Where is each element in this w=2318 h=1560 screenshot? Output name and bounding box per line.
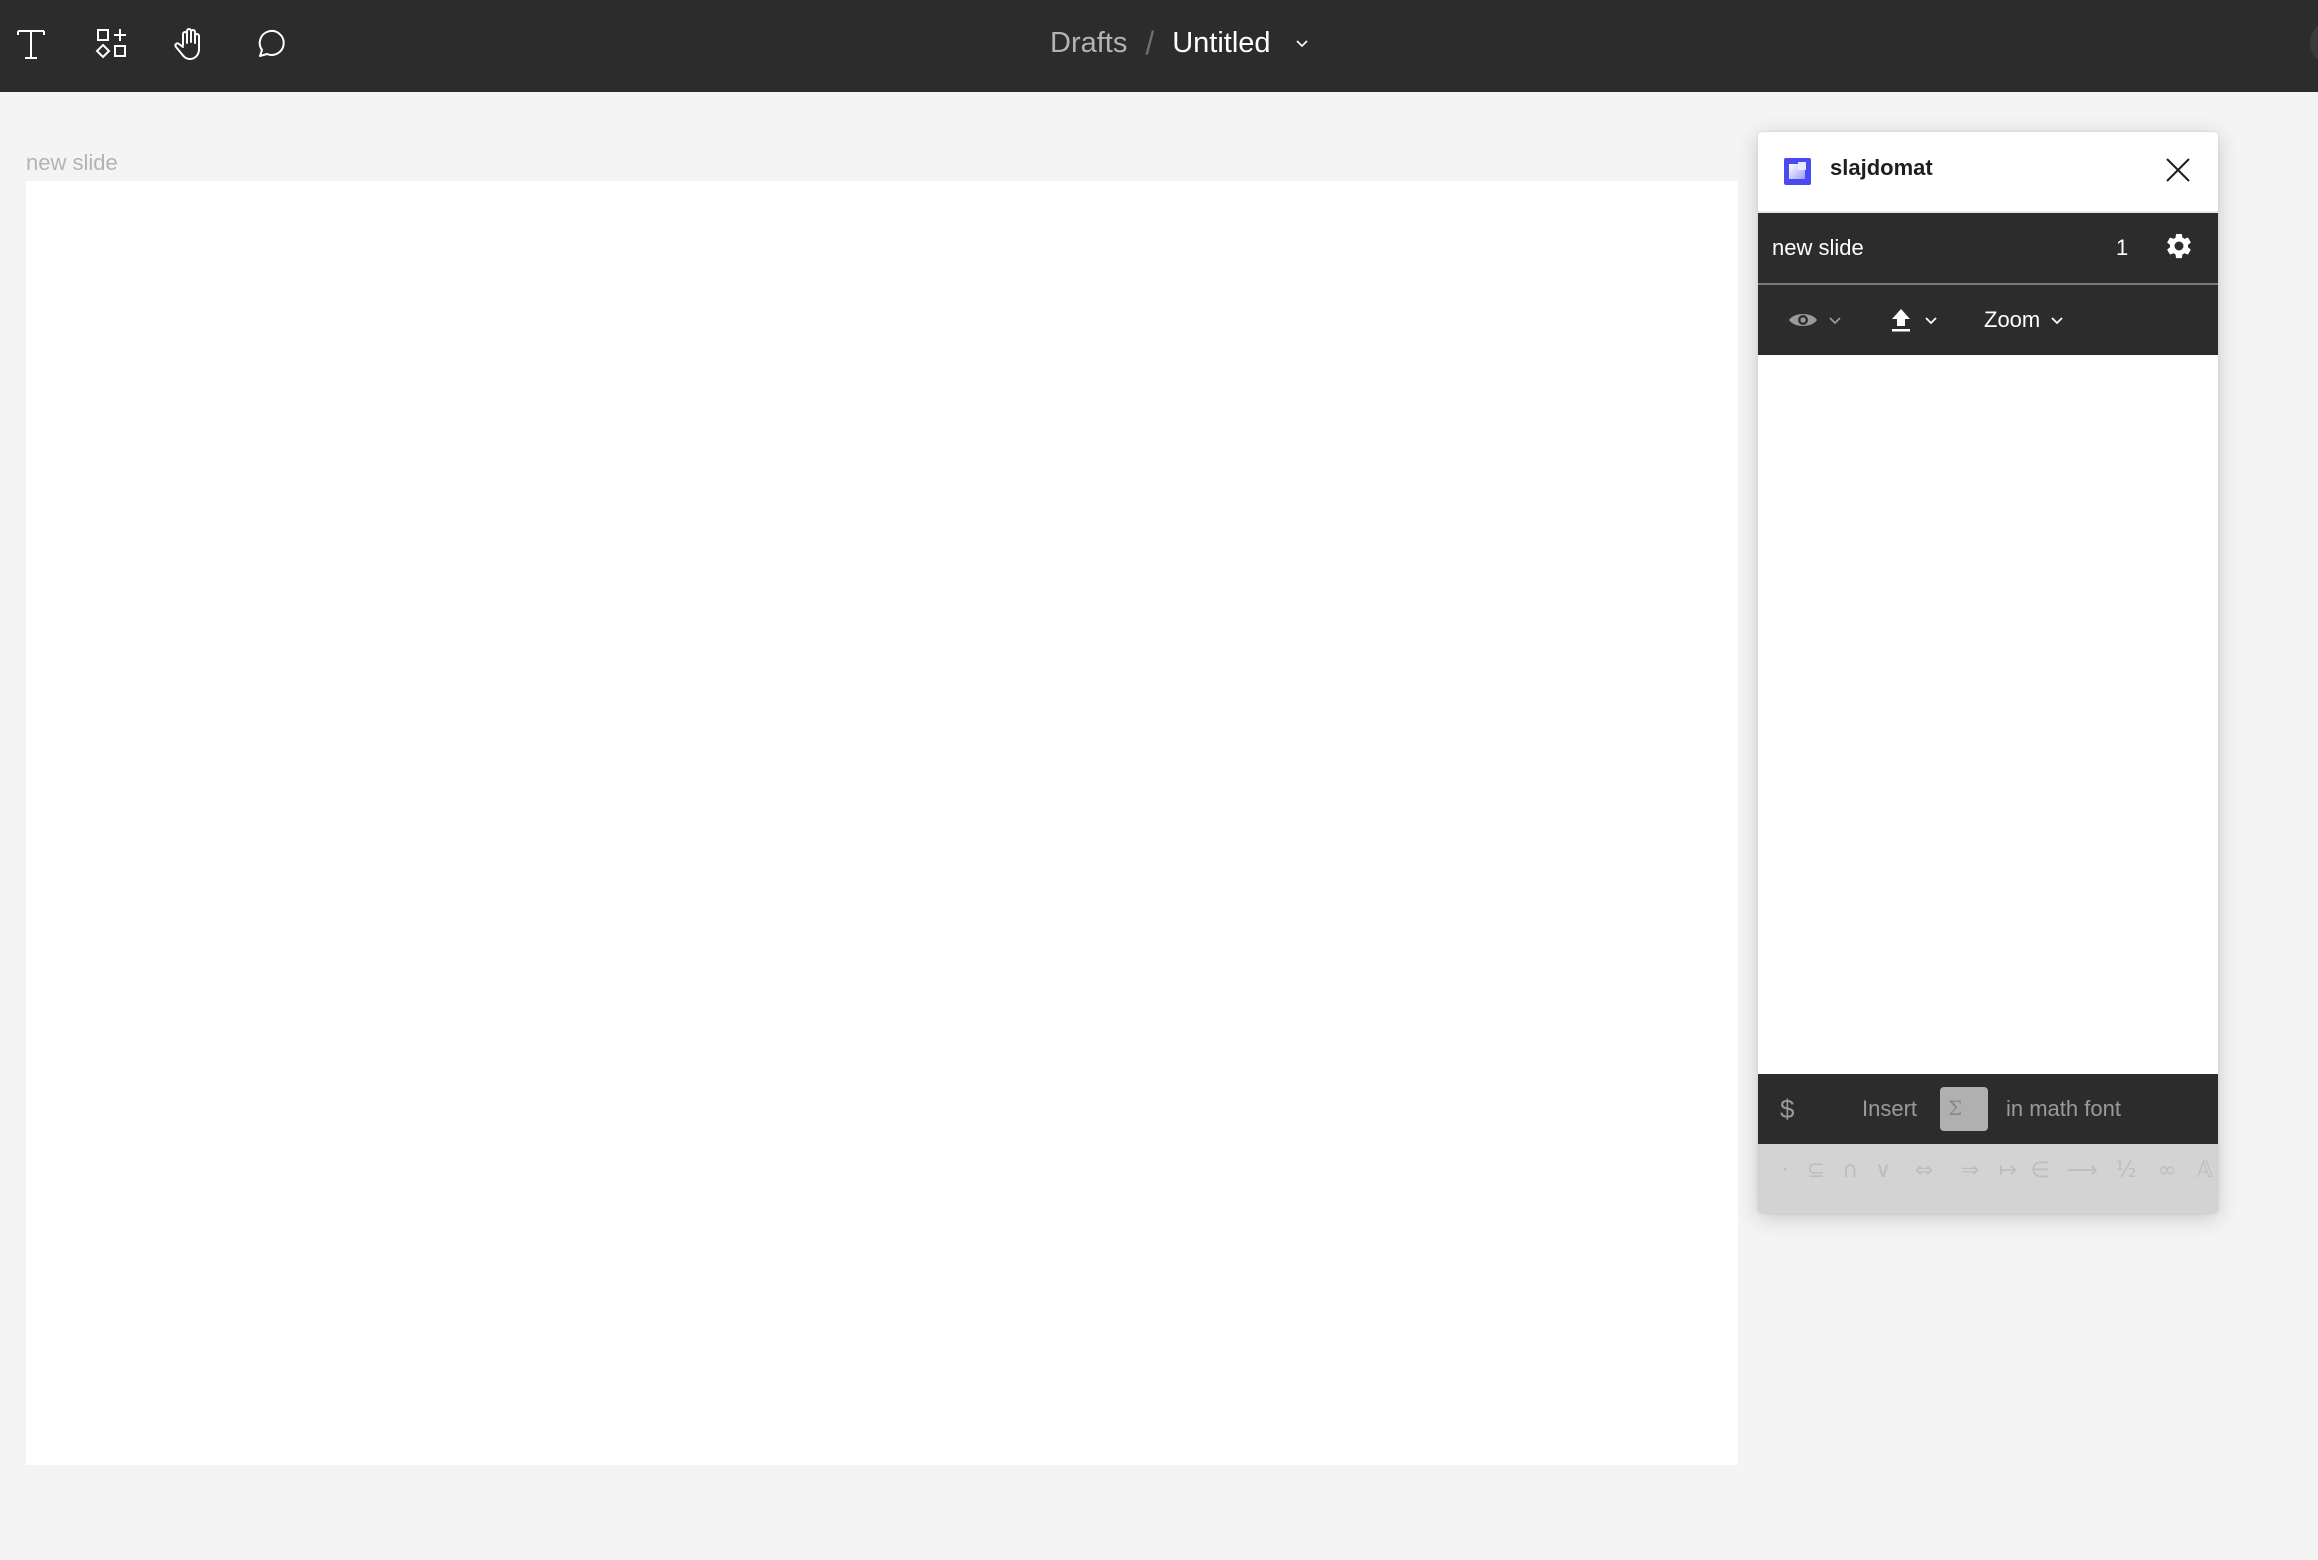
symbol-button[interactable]: ⇔ [1915,1158,1933,1183]
zoom-label: Zoom [1984,307,2041,332]
breadcrumb: Drafts / Untitled [1050,0,1311,86]
text-tool-button[interactable] [5,20,57,68]
top-toolbar: Drafts / Untitled [0,0,2318,92]
frame-label[interactable]: new slide [26,150,118,176]
chevron-down-icon [2051,317,2063,325]
plugin-content-area [1758,355,2218,1074]
plugin-toolbar: Zoom [1758,285,2218,355]
math-symbol-input[interactable]: Σ [1940,1087,1988,1131]
symbol-button[interactable]: 𝔸 [2197,1158,2213,1183]
chevron-down-icon[interactable] [1293,34,1311,52]
symbol-button[interactable]: ∈ [2030,1158,2049,1183]
settings-button[interactable] [2164,231,2194,261]
symbol-button[interactable]: ∩ [1842,1158,1858,1183]
symbol-button[interactable]: ∨ [1875,1158,1891,1183]
hand-icon [174,28,200,60]
breadcrumb-separator: / [1145,24,1155,61]
symbol-button[interactable]: · [1782,1158,1789,1183]
gear-icon [2167,233,2191,259]
insert-label: Insert [1862,1096,1918,1121]
upload-icon [1892,309,1910,332]
symbol-button[interactable]: ⊆ [1807,1158,1825,1183]
shapes-plus-icon [95,29,126,59]
plugin-header: slajdomat [1758,132,2218,213]
math-bar: $ Insert Σ in math font [1758,1074,2218,1144]
breadcrumb-drafts[interactable]: Drafts [1050,27,1127,60]
file-title[interactable]: Untitled [1172,27,1270,60]
chevron-down-icon [1829,317,1841,325]
symbol-button[interactable]: ↦ [1999,1158,2017,1183]
avatar[interactable] [2310,20,2318,66]
latex-toggle-button[interactable]: $ [1780,1094,1794,1125]
symbol-palette: · ⊆ ∩ ∨ ⇔ ⇒ ↦ ∈ ⟶ ½ ∞ 𝔸 [1758,1144,2218,1214]
export-dropdown[interactable] [1890,303,1940,337]
speech-bubble-icon [258,29,285,57]
text-icon [17,30,45,59]
comment-tool-button[interactable] [244,20,296,68]
slide-row[interactable]: new slide 1 [1758,213,2218,285]
math-font-label: in math font [2006,1096,2121,1121]
slide-count: 1 [2116,235,2129,260]
resources-tool-button[interactable] [86,20,138,68]
plugin-title: slajdomat [1830,155,1933,180]
hand-tool-button[interactable] [165,20,217,68]
slide-title: new slide [1772,235,1864,260]
chevron-down-icon [1925,317,1937,325]
slide-frame[interactable] [26,181,1738,1465]
close-button[interactable] [2162,154,2194,186]
symbol-button[interactable]: ⇒ [1961,1158,1979,1183]
symbol-button[interactable]: ½ [2115,1158,2136,1183]
symbol-button[interactable]: ⟶ [2066,1158,2098,1183]
plugin-panel: slajdomat new slide 1 Zoom $ Insert Σ in… [1758,132,2218,1214]
eye-icon [1789,314,1817,326]
symbol-button[interactable]: ∞ [2158,1158,2176,1183]
view-mode-dropdown[interactable] [1788,303,1844,337]
close-icon [2166,158,2190,182]
plugin-logo-icon [1784,158,1811,185]
zoom-dropdown[interactable]: Zoom [1984,303,2066,337]
